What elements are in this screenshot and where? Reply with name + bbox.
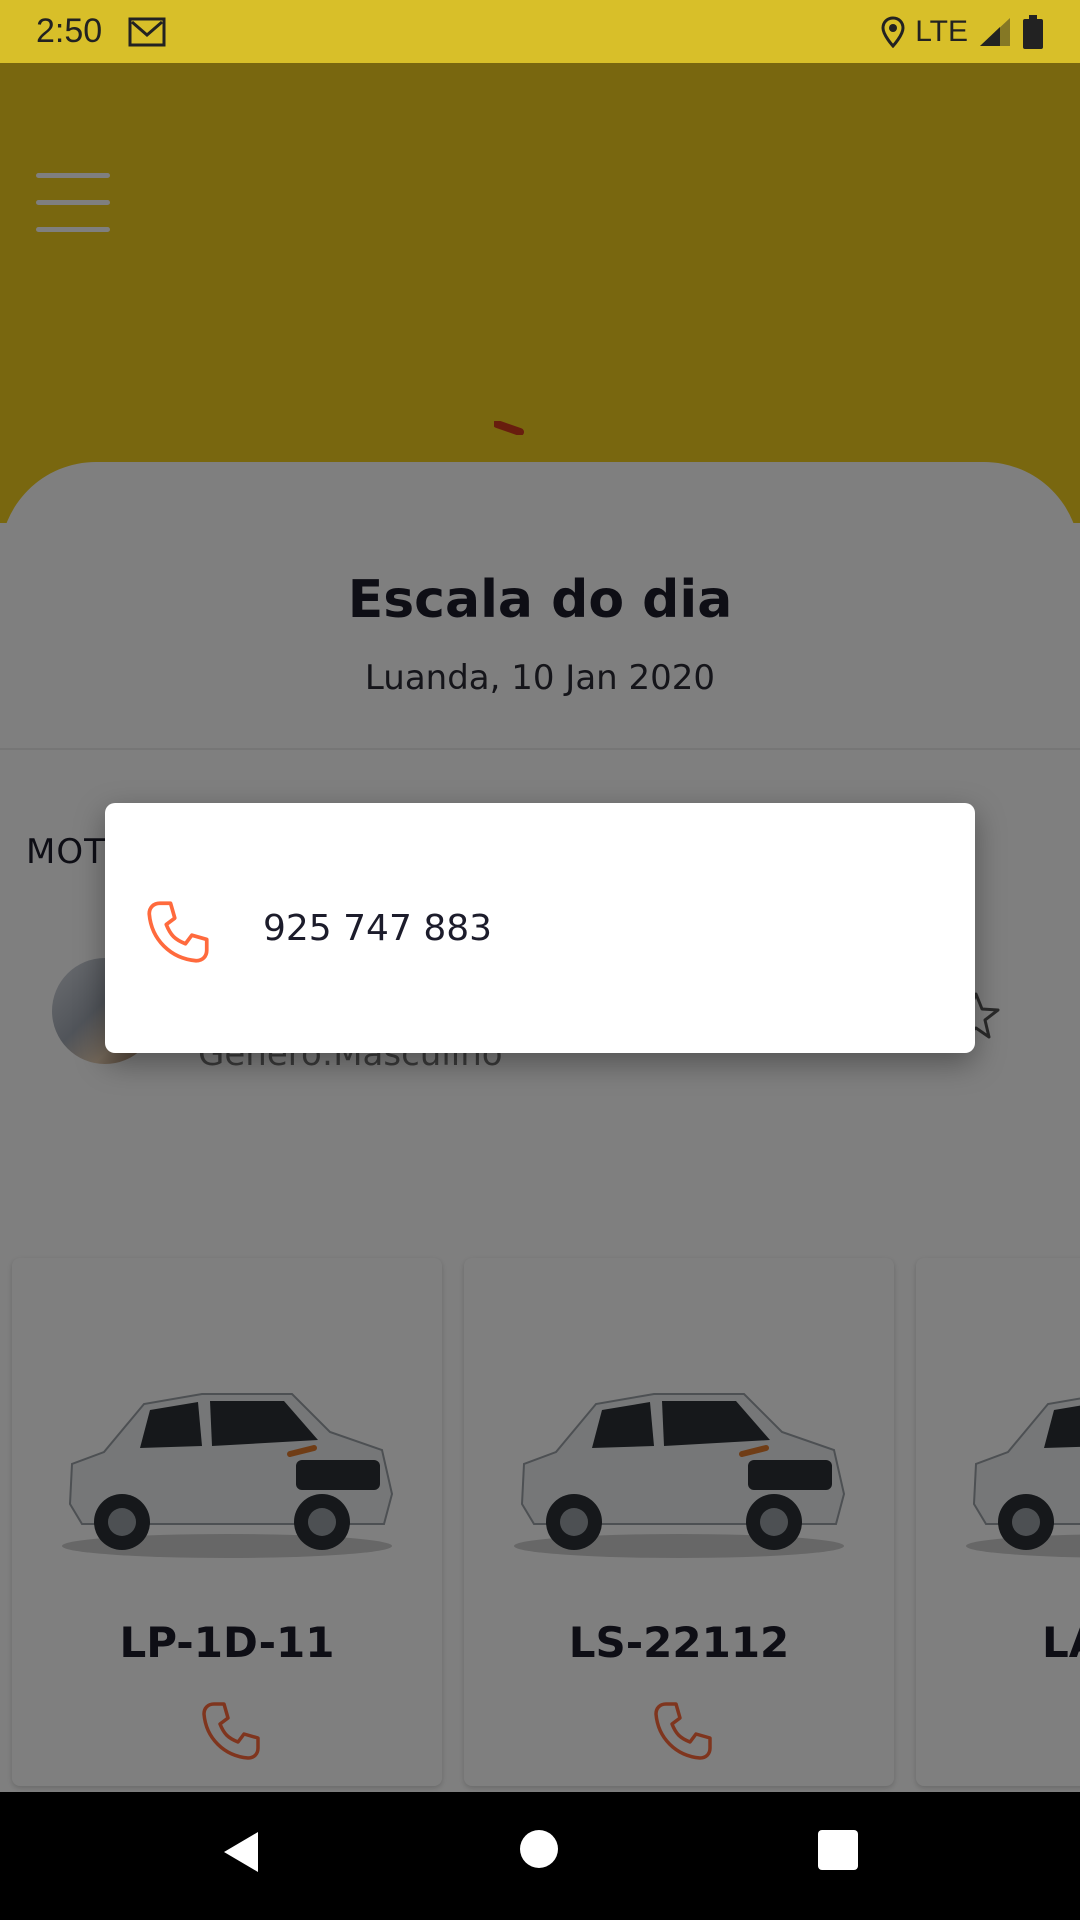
phone-icon[interactable] [145, 899, 211, 965]
phone-number-option[interactable]: 925 747 883 [263, 908, 492, 949]
location-icon [881, 15, 905, 48]
status-bar: 2:50 LTE [0, 0, 1080, 63]
recents-icon[interactable] [818, 1830, 858, 1870]
network-type: LTE [915, 14, 968, 48]
back-icon[interactable] [218, 1828, 262, 1876]
status-time: 2:50 [36, 12, 103, 50]
gmail-icon [128, 17, 166, 46]
navigation-bar [0, 1792, 1080, 1920]
signal-icon [980, 17, 1010, 46]
screen: 2:50 LTE 925 747 883 [0, 0, 1080, 1920]
status-right: LTE [881, 14, 1044, 49]
battery-icon [1023, 14, 1043, 49]
call-dialog: 925 747 883 [105, 803, 975, 1053]
home-icon[interactable] [520, 1830, 558, 1868]
